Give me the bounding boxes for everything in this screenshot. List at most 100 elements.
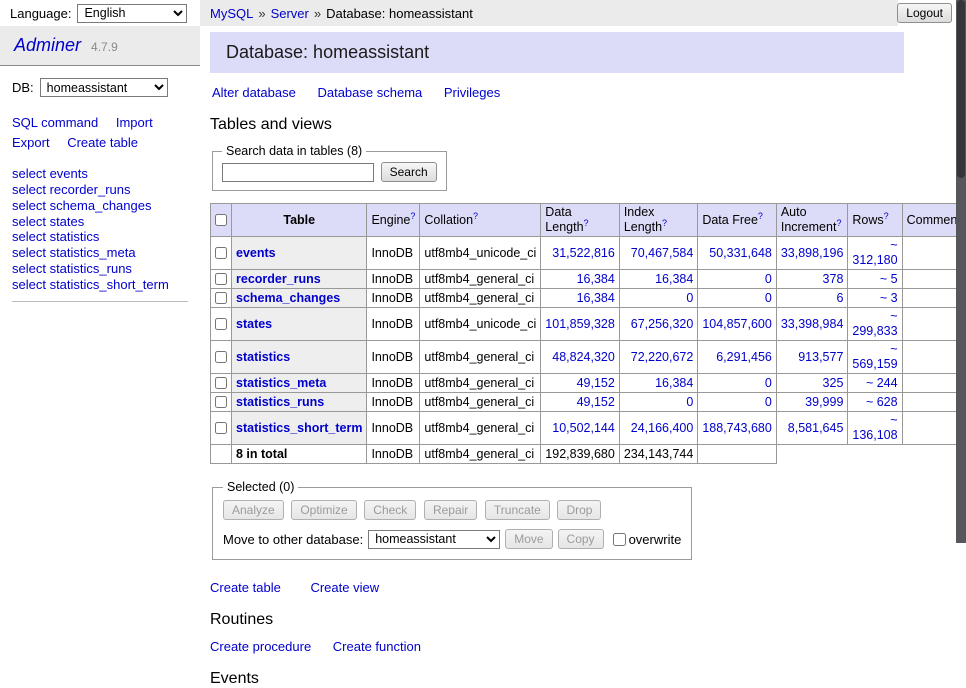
index-length-link[interactable]: 16,384 <box>655 272 693 286</box>
sidebar-link-import[interactable]: Import <box>116 115 153 130</box>
auto-increment-link[interactable]: 33,898,196 <box>781 246 844 260</box>
index-length-link[interactable]: 70,467,584 <box>631 246 694 260</box>
rows-link[interactable]: ~ 299,833 <box>852 309 897 338</box>
alter-database-link[interactable]: Alter database <box>212 85 296 100</box>
table-name-link[interactable]: events <box>236 246 276 260</box>
data-length-link[interactable]: 49,152 <box>577 395 615 409</box>
auto-increment-link[interactable]: 6 <box>836 291 843 305</box>
rows-link[interactable]: ~ 628 <box>866 395 898 409</box>
create-procedure-link[interactable]: Create procedure <box>210 639 311 654</box>
sidebar-link-create-table[interactable]: Create table <box>67 135 138 150</box>
sidebar-item-select-events[interactable]: select events <box>12 166 188 182</box>
auto-increment-link[interactable]: 33,398,984 <box>781 317 844 331</box>
select-all-checkbox[interactable] <box>215 214 227 226</box>
sidebar-item-select-recorder-runs[interactable]: select recorder_runs <box>12 182 188 198</box>
data-free-link[interactable]: 0 <box>765 376 772 390</box>
index-length-link[interactable]: 67,256,320 <box>631 317 694 331</box>
data-length-link[interactable]: 48,824,320 <box>552 350 615 364</box>
data-free-link[interactable]: 0 <box>765 291 772 305</box>
logout-button[interactable]: Logout <box>897 3 952 23</box>
drop-button[interactable]: Drop <box>557 500 601 520</box>
move-button[interactable]: Move <box>505 529 552 549</box>
create-view-link[interactable]: Create view <box>310 580 379 595</box>
index-length-link[interactable]: 72,220,672 <box>631 350 694 364</box>
sidebar-link-sql-command[interactable]: SQL command <box>12 115 98 130</box>
breadcrumb-link-mysql[interactable]: MySQL <box>210 6 253 21</box>
sidebar-item-select-statistics[interactable]: select statistics <box>12 229 188 245</box>
table-name-link[interactable]: statistics_short_term <box>236 421 362 435</box>
sidebar-item-select-statistics-short-term[interactable]: select statistics_short_term <box>12 277 188 293</box>
auto-increment-link[interactable]: 913,577 <box>798 350 843 364</box>
table-name-link[interactable]: recorder_runs <box>236 272 321 286</box>
breadcrumb-link-server[interactable]: Server <box>271 6 309 21</box>
data-length-link[interactable]: 16,384 <box>577 272 615 286</box>
rows-link[interactable]: ~ 5 <box>880 272 898 286</box>
data-free-link[interactable]: 188,743,680 <box>702 421 772 435</box>
data-length-link[interactable]: 10,502,144 <box>552 421 615 435</box>
move-database-select[interactable]: homeassistant <box>368 530 500 549</box>
sidebar-item-select-states[interactable]: select states <box>12 214 188 230</box>
vertical-scrollbar[interactable] <box>956 0 966 543</box>
rows-link[interactable]: ~ 244 <box>866 376 898 390</box>
rows-help-link[interactable]: ? <box>884 210 889 220</box>
sidebar-item-select-schema-changes[interactable]: select schema_changes <box>12 198 188 214</box>
privileges-link[interactable]: Privileges <box>444 85 500 100</box>
index-length-link[interactable]: 16,384 <box>655 376 693 390</box>
table-name-link[interactable]: statistics <box>236 350 290 364</box>
data-free-link[interactable]: 0 <box>765 395 772 409</box>
overwrite-checkbox[interactable] <box>613 533 626 546</box>
data-length-link[interactable]: 16,384 <box>577 291 615 305</box>
auto-increment-help-link[interactable]: ? <box>836 218 841 228</box>
create-function-link[interactable]: Create function <box>333 639 421 654</box>
index-length-help-link[interactable]: ? <box>662 218 667 228</box>
auto-increment-link[interactable]: 8,581,645 <box>788 421 844 435</box>
rows-link[interactable]: ~ 136,108 <box>852 413 897 442</box>
data-free-link[interactable]: 6,291,456 <box>716 350 772 364</box>
index-length-link[interactable]: 0 <box>686 291 693 305</box>
table-name-link[interactable]: statistics_meta <box>236 376 326 390</box>
auto-increment-link[interactable]: 39,999 <box>805 395 843 409</box>
adminer-logo-link[interactable]: Adminer <box>14 35 81 55</box>
auto-increment-link[interactable]: 325 <box>823 376 844 390</box>
search-button[interactable]: Search <box>381 162 437 182</box>
row-select-checkbox[interactable] <box>215 318 227 330</box>
check-button[interactable]: Check <box>364 500 416 520</box>
scrollbar-thumb[interactable] <box>957 0 965 178</box>
create-table-link[interactable]: Create table <box>210 580 281 595</box>
table-name-link[interactable]: statistics_runs <box>236 395 324 409</box>
rows-link[interactable]: ~ 569,159 <box>852 342 897 371</box>
row-select-checkbox[interactable] <box>215 377 227 389</box>
row-select-checkbox[interactable] <box>215 422 227 434</box>
table-name-link[interactable]: schema_changes <box>236 291 340 305</box>
truncate-button[interactable]: Truncate <box>485 500 550 520</box>
row-select-checkbox[interactable] <box>215 351 227 363</box>
database-schema-link[interactable]: Database schema <box>317 85 422 100</box>
data-length-link[interactable]: 31,522,816 <box>552 246 615 260</box>
table-name-link[interactable]: states <box>236 317 272 331</box>
data-free-help-link[interactable]: ? <box>758 210 763 220</box>
data-free-link[interactable]: 0 <box>765 272 772 286</box>
row-select-checkbox[interactable] <box>215 247 227 259</box>
analyze-button[interactable]: Analyze <box>223 500 284 520</box>
copy-button[interactable]: Copy <box>558 529 604 549</box>
rows-link[interactable]: ~ 312,180 <box>852 238 897 267</box>
rows-link[interactable]: ~ 3 <box>880 291 898 305</box>
auto-increment-link[interactable]: 378 <box>823 272 844 286</box>
row-select-checkbox[interactable] <box>215 292 227 304</box>
sidebar-item-select-statistics-meta[interactable]: select statistics_meta <box>12 245 188 261</box>
search-input[interactable] <box>222 163 374 182</box>
engine-help-link[interactable]: ? <box>410 210 415 220</box>
index-length-link[interactable]: 24,166,400 <box>631 421 694 435</box>
data-length-help-link[interactable]: ? <box>584 218 589 228</box>
repair-button[interactable]: Repair <box>424 500 477 520</box>
data-free-link[interactable]: 50,331,648 <box>709 246 772 260</box>
language-select[interactable]: English <box>77 4 187 23</box>
data-length-link[interactable]: 49,152 <box>577 376 615 390</box>
sidebar-item-select-statistics-runs[interactable]: select statistics_runs <box>12 261 188 277</box>
optimize-button[interactable]: Optimize <box>291 500 356 520</box>
row-select-checkbox[interactable] <box>215 396 227 408</box>
sidebar-link-export[interactable]: Export <box>12 135 50 150</box>
data-free-link[interactable]: 104,857,600 <box>702 317 772 331</box>
row-select-checkbox[interactable] <box>215 273 227 285</box>
index-length-link[interactable]: 0 <box>686 395 693 409</box>
